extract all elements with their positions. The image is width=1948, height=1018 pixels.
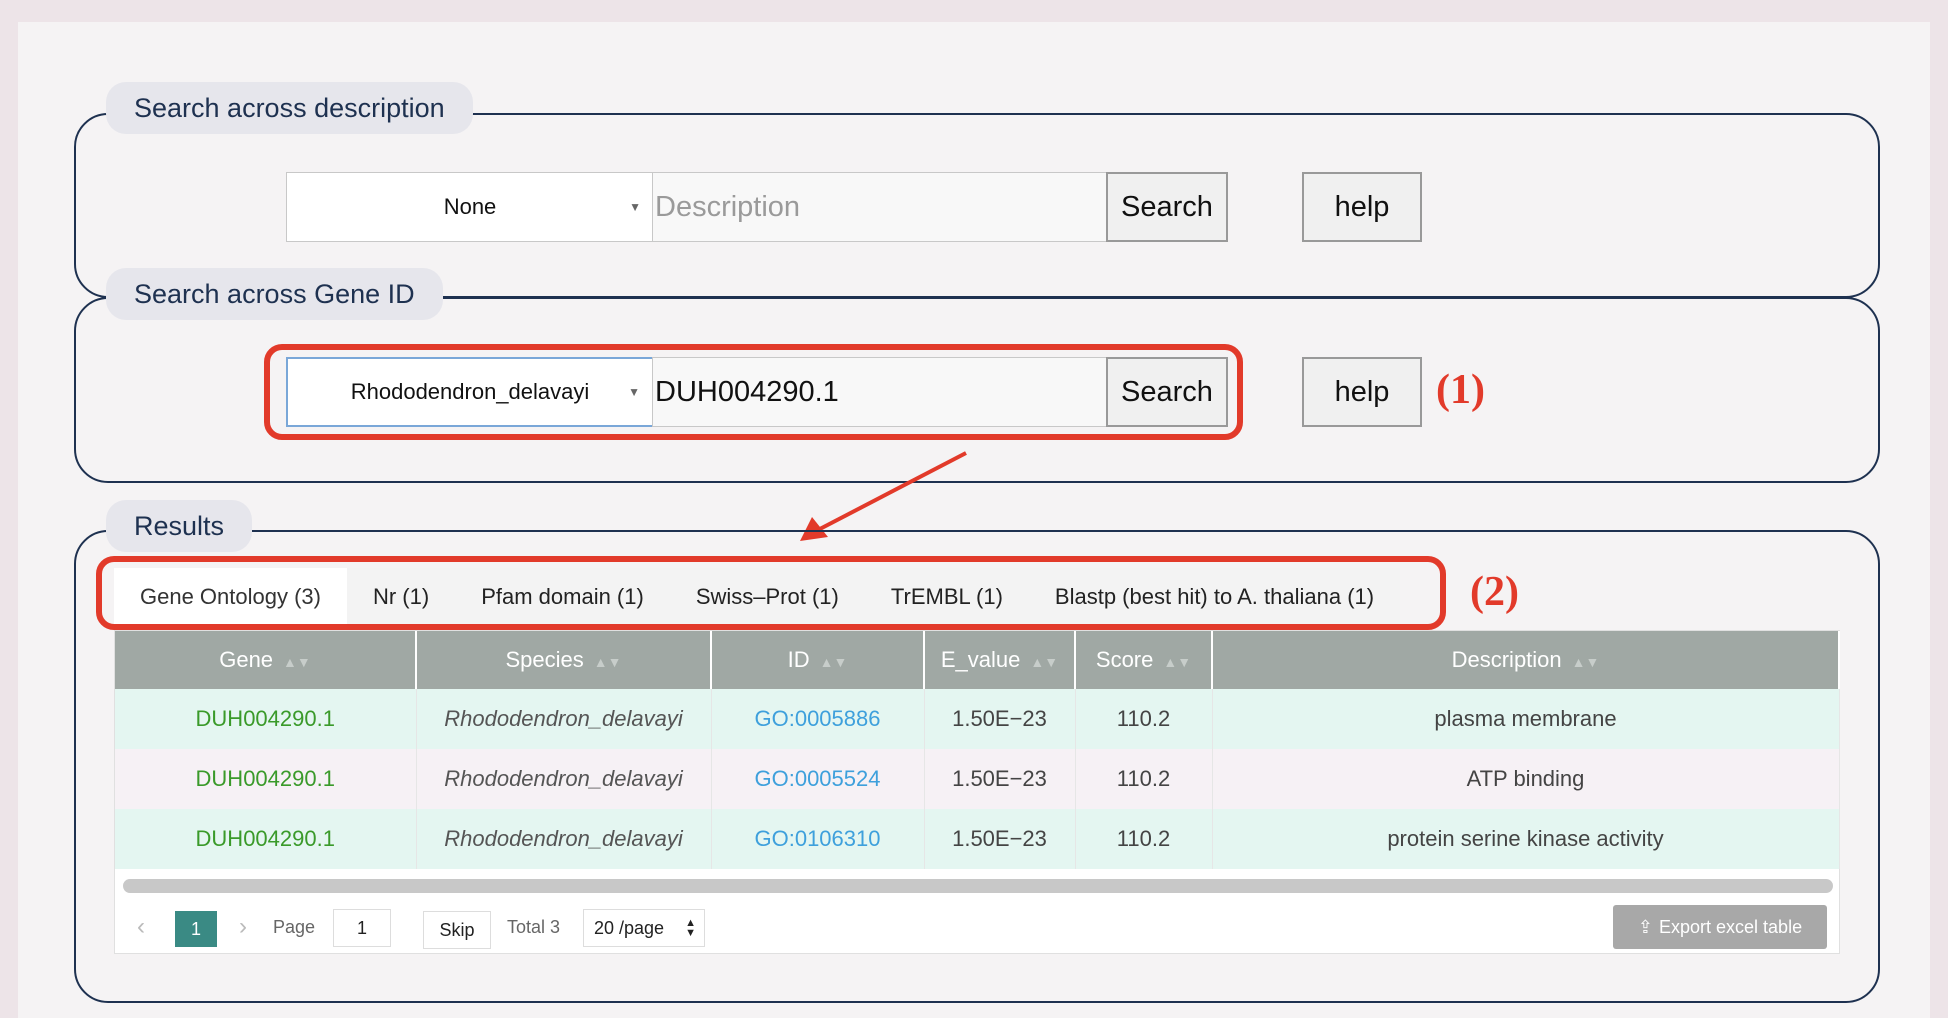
e-value-cell: 1.50E−23 [924, 689, 1076, 749]
sort-icon[interactable]: ▲▼ [820, 654, 848, 670]
gene-search-legend: Search across Gene ID [106, 268, 443, 320]
go-id-link[interactable]: GO:0106310 [711, 809, 925, 869]
go-id-link[interactable]: GO:0005524 [711, 749, 925, 809]
select-arrows-icon: ▲ ▼ [685, 917, 696, 939]
annotation-label-2: (2) [1470, 569, 1519, 615]
annotation-label-1: (1) [1436, 367, 1485, 413]
page-number-input[interactable]: 1 [333, 909, 391, 947]
annotation-box-1 [264, 344, 1243, 440]
description-input-placeholder: Description [655, 190, 801, 223]
skip-button[interactable]: Skip [423, 911, 491, 949]
column-header-e-value[interactable]: E_value ▲▼ [924, 631, 1076, 689]
species-cell: Rhododendron_delavayi [416, 689, 712, 749]
current-page-button[interactable]: 1 [175, 911, 217, 947]
annotation-box-2 [96, 556, 1446, 630]
description-search-legend: Search across description [106, 82, 473, 134]
gene-link[interactable]: DUH004290.1 [115, 809, 417, 869]
description-input[interactable]: Description [652, 172, 1108, 242]
sort-icon[interactable]: ▲▼ [1030, 654, 1058, 670]
score-cell: 110.2 [1075, 809, 1213, 869]
e-value-cell: 1.50E−23 [924, 749, 1076, 809]
sort-icon[interactable]: ▲▼ [283, 654, 311, 670]
description-search-button[interactable]: Search [1106, 172, 1228, 242]
horizontal-scrollbar[interactable] [123, 879, 1833, 893]
sort-icon[interactable]: ▲▼ [594, 654, 622, 670]
gene-link[interactable]: DUH004290.1 [115, 689, 417, 749]
species-cell: Rhododendron_delavayi [416, 749, 712, 809]
pagination: ‹ 1 › Page 1 Skip Total 3 20 /page ▲ ▼ ⇪ … [115, 905, 1839, 951]
page-size-value: 20 /page [594, 917, 665, 938]
results-legend: Results [106, 500, 253, 552]
export-label: Export excel table [1659, 916, 1803, 937]
sort-icon[interactable]: ▲▼ [1163, 654, 1191, 670]
table-row: DUH004290.1 Rhododendron_delavayi GO:010… [115, 809, 1840, 869]
description-category-value: None [443, 194, 497, 219]
total-count: Total 3 [507, 917, 561, 937]
description-cell: protein serine kinase activity [1212, 809, 1840, 869]
gene-help-button[interactable]: help [1302, 357, 1422, 427]
chevron-down-icon: ▼ [629, 200, 641, 214]
column-header-description[interactable]: Description ▲▼ [1212, 631, 1840, 689]
export-excel-button[interactable]: ⇪ Export excel table [1613, 905, 1827, 949]
description-category-select[interactable]: None ▼ [286, 172, 654, 242]
export-icon: ⇪ [1637, 916, 1653, 937]
score-cell: 110.2 [1075, 749, 1213, 809]
description-help-button[interactable]: help [1302, 172, 1422, 242]
page-size-select[interactable]: 20 /page ▲ ▼ [583, 909, 705, 947]
column-header-score[interactable]: Score ▲▼ [1075, 631, 1213, 689]
e-value-cell: 1.50E−23 [924, 809, 1076, 869]
table-row: DUH004290.1 Rhododendron_delavayi GO:000… [115, 749, 1840, 809]
description-cell: plasma membrane [1212, 689, 1840, 749]
go-id-link[interactable]: GO:0005886 [711, 689, 925, 749]
next-page-icon[interactable]: › [239, 913, 247, 941]
score-cell: 110.2 [1075, 689, 1213, 749]
column-header-species[interactable]: Species ▲▼ [416, 631, 712, 689]
table-row: DUH004290.1 Rhododendron_delavayi GO:000… [115, 689, 1840, 749]
results-table-container: Gene ▲▼ Species ▲▼ ID ▲▼ E_value ▲▼ Score ▲▼ … [114, 630, 1840, 954]
results-table: Gene ▲▼ Species ▲▼ ID ▲▼ E_value ▲▼ Score ▲▼ … [115, 631, 1840, 869]
column-header-id[interactable]: ID ▲▼ [711, 631, 925, 689]
description-cell: ATP binding [1212, 749, 1840, 809]
sort-icon[interactable]: ▲▼ [1572, 654, 1600, 670]
gene-link[interactable]: DUH004290.1 [115, 749, 417, 809]
table-header-row: Gene ▲▼ Species ▲▼ ID ▲▼ E_value ▲▼ Score ▲▼ … [115, 631, 1840, 689]
column-header-gene[interactable]: Gene ▲▼ [115, 631, 417, 689]
prev-page-icon[interactable]: ‹ [137, 913, 145, 941]
page-label: Page [273, 917, 316, 937]
species-cell: Rhododendron_delavayi [416, 809, 712, 869]
